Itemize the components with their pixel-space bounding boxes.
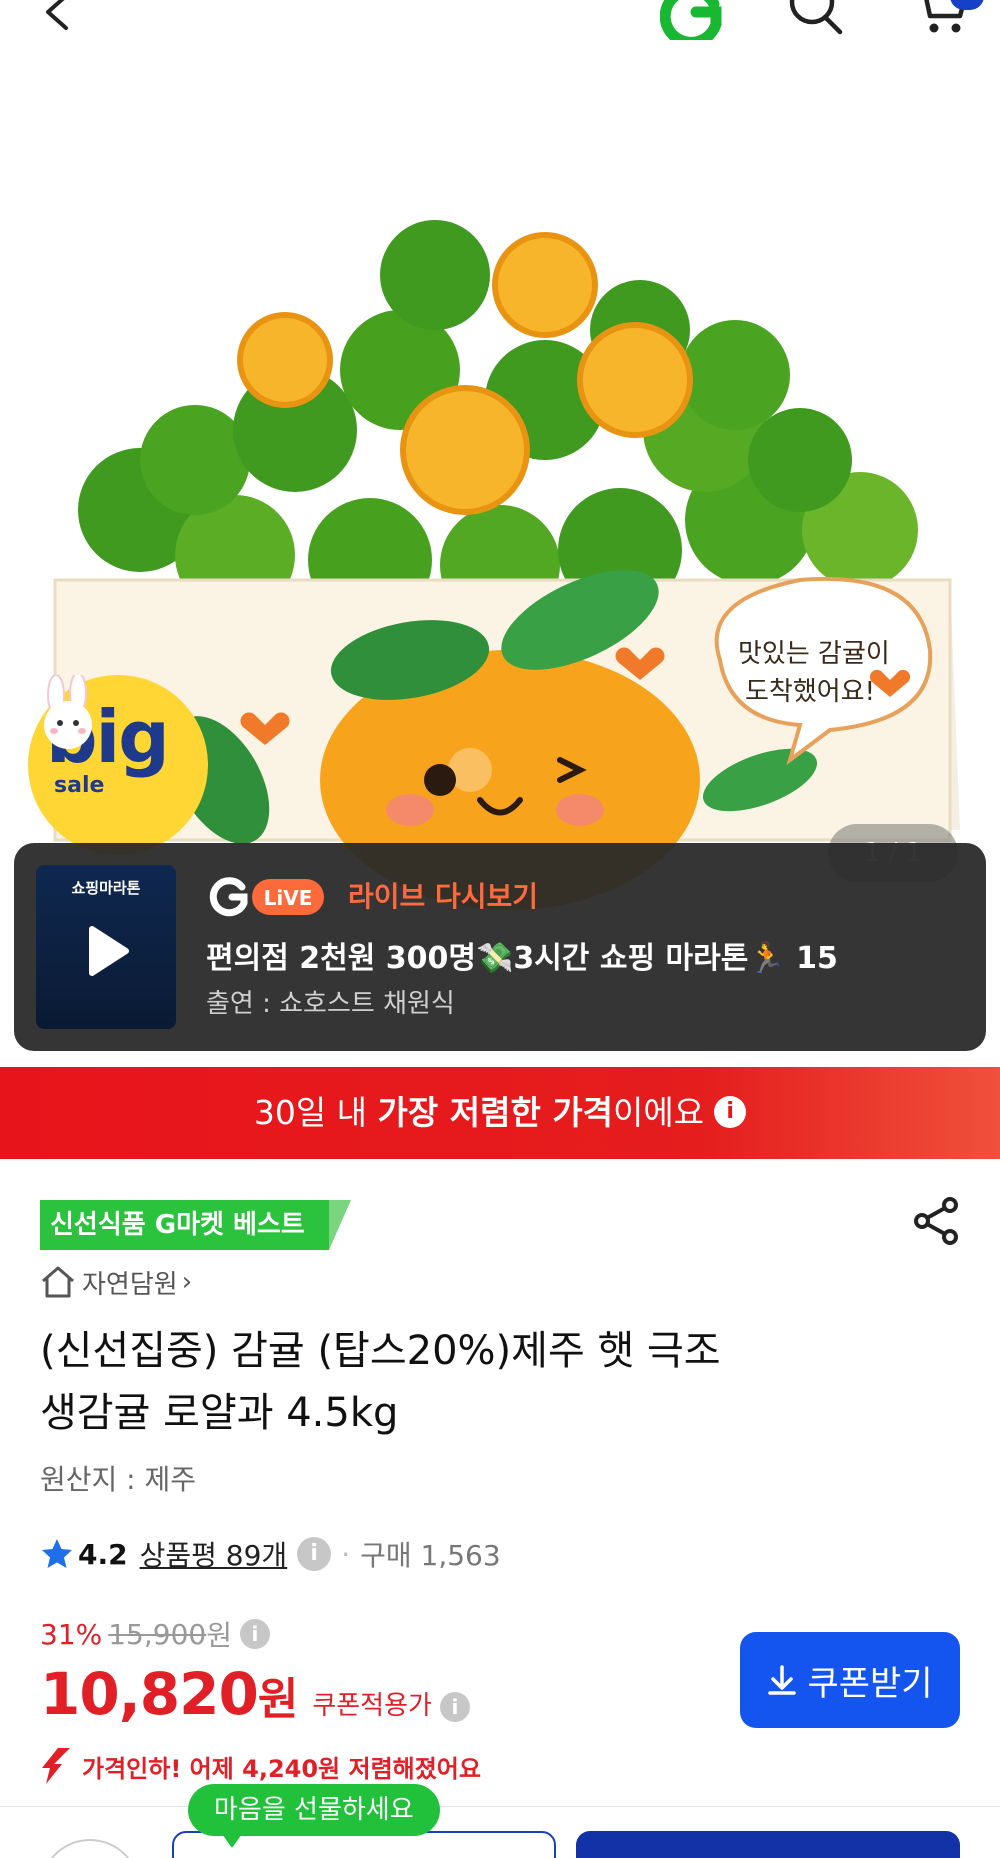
final-price-row: 10,820 원 쿠폰적용가 i — [40, 1660, 470, 1728]
original-price-unit: 원 — [206, 1619, 232, 1652]
info-icon[interactable]: i — [297, 1537, 332, 1571]
rating-value: 4.2 — [78, 1537, 128, 1571]
final-price: 10,820 — [40, 1660, 259, 1728]
origin-label: 원산지 : 제주 — [40, 1463, 197, 1496]
wishlist-button[interactable] — [40, 1839, 140, 1858]
live-replay-label: 라이브 다시보기 — [348, 880, 539, 913]
lowest-price-banner[interactable]: 30일 내 가장 저렴한 가격이에요 i — [0, 1067, 1000, 1159]
live-thumbnail[interactable]: 쇼핑마라톤 — [36, 865, 176, 1029]
banner-prefix: 30일 내 — [253, 1093, 378, 1132]
box-text-line2: 도착했어요! — [745, 677, 875, 707]
coupon-download-button[interactable]: 쿠폰받기 — [740, 1632, 960, 1728]
gmarket-g-logo[interactable] — [660, 0, 728, 40]
discount-row: 31% 15,900 원 i — [40, 1614, 270, 1654]
info-icon[interactable]: i — [439, 1692, 470, 1722]
info-icon[interactable]: i — [714, 1095, 747, 1128]
product-title-line1: (신선집중) 감귤 (탑스20%)제주 햇 극조 — [40, 1328, 721, 1374]
live-host: 출연 : 쇼호스트 채원식 — [206, 989, 455, 1019]
share-icon[interactable] — [912, 1196, 962, 1246]
info-icon[interactable]: i — [239, 1619, 270, 1649]
rating-row: 4.2 상품평 89개 i · 구매 1,563 — [40, 1532, 501, 1576]
coupon-button-label: 쿠폰받기 — [807, 1663, 933, 1704]
box-text-line1: 맛있는 감귤이 — [738, 639, 890, 669]
product-image-carousel[interactable]: 맛있는 감귤이 도착했어요! big sale 1 / 1 — [0, 60, 1000, 910]
g-live-logo: LiVE — [209, 877, 324, 917]
top-navigation-bar — [0, 0, 1000, 60]
download-icon — [768, 1665, 797, 1695]
original-price: 15,900 — [108, 1617, 207, 1651]
chevron-right-icon: › — [181, 1267, 193, 1297]
bottom-action-bar — [0, 1806, 1000, 1858]
best-category-badge[interactable]: 신선식품 G마켓 베스트 — [40, 1200, 351, 1250]
chevron-left-icon[interactable] — [40, 0, 80, 34]
review-link[interactable]: 상품평 89개 — [140, 1534, 288, 1574]
buy-now-button[interactable] — [576, 1831, 960, 1858]
live-title[interactable]: 편의점 2천원 300명💸3시간 쇼핑 마라톤🏃 15 — [206, 933, 838, 977]
live-badge-text: LiVE — [264, 886, 313, 910]
home-icon — [42, 1266, 74, 1298]
banner-highlight: 가장 저렴한 가격 — [377, 1093, 614, 1132]
store-link[interactable]: 자연담원 › — [40, 1262, 192, 1302]
bunny-icon — [44, 675, 92, 749]
banner-suffix: 이에요 — [613, 1093, 705, 1132]
product-title: (신선집중) 감귤 (탑스20%)제주 햇 극조 생감귤 로얄과 4.5kg — [40, 1320, 940, 1444]
star-icon — [42, 1539, 72, 1568]
final-price-unit: 원 — [257, 1674, 299, 1725]
coupon-price-label: 쿠폰적용가 — [312, 1691, 432, 1721]
price-drop-notice: 가격인하! 어제 4,240원 저렴해졌어요 — [40, 1746, 481, 1786]
play-icon[interactable] — [78, 923, 134, 979]
separator-dot: · — [341, 1537, 351, 1571]
price-down-arrow-icon — [42, 1748, 70, 1784]
store-name: 자연담원 — [82, 1269, 178, 1300]
purchase-count: 구매 1,563 — [360, 1539, 501, 1572]
search-icon[interactable] — [786, 0, 846, 40]
thumbnail-title: 쇼핑마라톤 — [71, 879, 141, 897]
price-drop-text: 가격인하! 어제 4,240원 저렴해졌어요 — [82, 1754, 481, 1783]
product-title-line2: 생감귤 로얄과 4.5kg — [40, 1390, 399, 1436]
big-sale-badge: big sale — [28, 675, 208, 855]
gift-tooltip[interactable]: 마음을 선물하세요 — [188, 1784, 440, 1848]
live-replay-card[interactable]: 쇼핑마라톤 LiVE 라이브 다시보기 편의점 2천원 300명💸3시간 쇼핑 … — [14, 843, 986, 1051]
badge-sale-text: sale — [54, 773, 105, 798]
discount-percent: 31% — [40, 1617, 103, 1651]
